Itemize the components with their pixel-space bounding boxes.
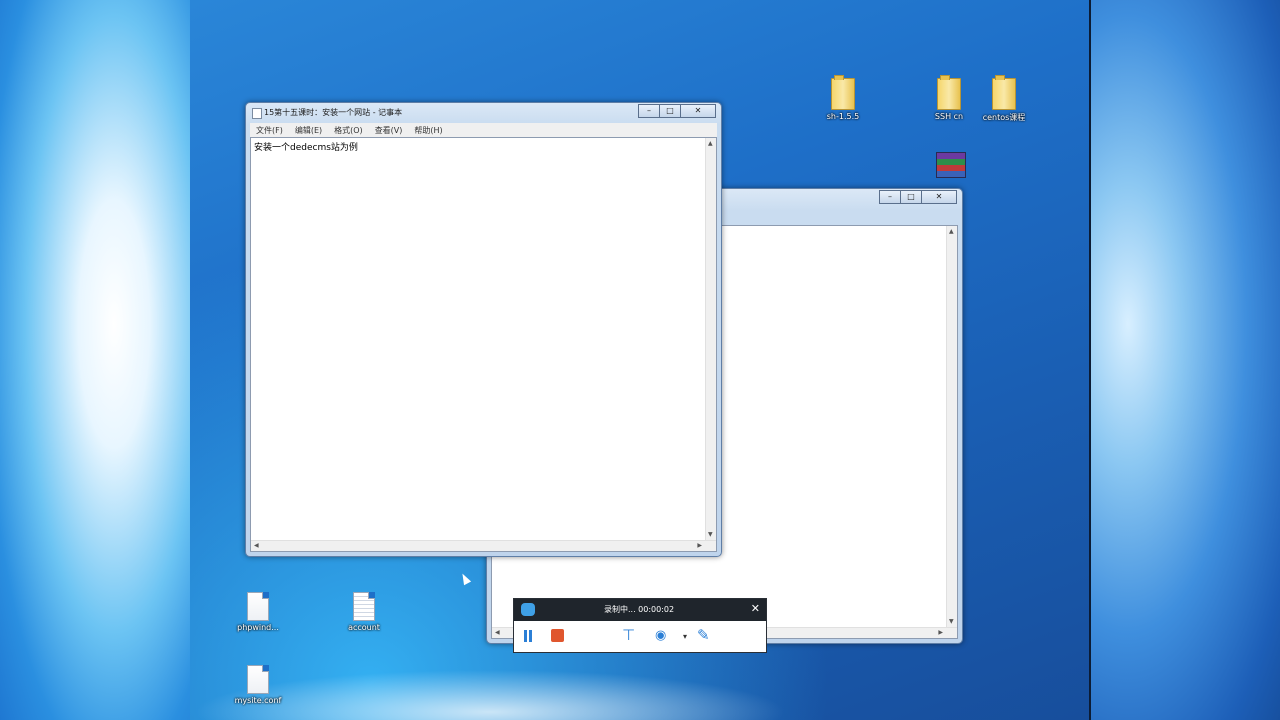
vertical-scrollbar[interactable]: ▲ ▼ [946, 226, 957, 628]
stop-button[interactable] [551, 629, 564, 642]
file-icon [247, 592, 269, 621]
dropdown-arrow-icon[interactable]: ▾ [683, 632, 687, 641]
scroll-right-icon[interactable]: ▶ [938, 629, 943, 637]
horizontal-scrollbar[interactable]: ◀ ▶ [251, 540, 716, 551]
desktop-icon-label: sh-1.5.5 [826, 112, 860, 121]
file-icon [247, 665, 269, 694]
scroll-up-icon[interactable]: ▲ [708, 140, 713, 148]
maximize-button[interactable]: □ [900, 190, 922, 204]
desktop-icon-sh[interactable]: sh-1.5.5 [808, 75, 878, 121]
trim-icon[interactable]: ⊤ [622, 626, 635, 644]
desktop-icon-archive[interactable] [916, 152, 986, 178]
recorder-header: 录制中... 00:00:02 ✕ [514, 599, 766, 621]
vertical-scrollbar[interactable]: ▲ ▼ [705, 138, 716, 541]
desktop-icon-phpwind[interactable]: phpwind... [223, 592, 293, 632]
desktop-icon-mysite-conf[interactable]: mysite.conf [223, 665, 293, 705]
desktop-icon-label: mysite.conf [234, 696, 282, 705]
scroll-down-icon[interactable]: ▼ [949, 618, 954, 626]
menu-edit[interactable]: 编辑(E) [289, 123, 328, 137]
window-title: 15第十五课时：安装一个网站 - 记事本 [264, 108, 403, 117]
text-editor[interactable]: 安装一个dedecms站为例 ▲ ▼ ◀ ▶ [250, 137, 717, 552]
menu-help[interactable]: 帮助(H) [408, 123, 448, 137]
screen-recorder-toolbar: 录制中... 00:00:02 ✕ ⊤ ◉ ▾ ✎ [513, 598, 767, 653]
scroll-up-icon[interactable]: ▲ [949, 228, 954, 236]
scroll-right-icon[interactable]: ▶ [697, 542, 702, 550]
folder-icon [937, 75, 961, 110]
folder-icon [992, 75, 1016, 110]
scroll-down-icon[interactable]: ▼ [708, 531, 713, 539]
desktop-icon-account[interactable]: account [329, 592, 399, 632]
minimize-button[interactable]: – [638, 104, 660, 118]
menu-format[interactable]: 格式(O) [328, 123, 369, 137]
menu-view[interactable]: 查看(V) [369, 123, 409, 137]
screen-divider [1089, 0, 1091, 720]
close-button[interactable]: ✕ [680, 104, 716, 118]
pause-button[interactable] [523, 630, 533, 642]
close-icon[interactable]: ✕ [751, 602, 760, 615]
window-caption-buttons: – □ ✕ [879, 190, 957, 204]
scroll-left-icon[interactable]: ◀ [254, 542, 259, 550]
maximize-button[interactable]: □ [659, 104, 681, 118]
text-file-icon [353, 592, 375, 621]
notepad-window[interactable]: 15第十五课时：安装一个网站 - 记事本 – □ ✕ 文件(F) 编辑(E) 格… [245, 102, 722, 557]
webcam-settings-icon[interactable]: ◉ [655, 628, 666, 643]
blurred-backdrop-right [1090, 0, 1280, 720]
menu-bar: 文件(F) 编辑(E) 格式(O) 查看(V) 帮助(H) [250, 123, 717, 137]
camera-logo-icon [521, 603, 535, 616]
blurred-backdrop-left [0, 0, 190, 720]
desktop-icon-label: account [348, 623, 380, 632]
recording-status: 录制中... 00:00:02 [604, 605, 675, 614]
desktop-icon-label: phpwind... [237, 623, 279, 632]
winrar-archive-icon [936, 152, 966, 178]
minimize-button[interactable]: – [879, 190, 901, 204]
scroll-left-icon[interactable]: ◀ [495, 629, 500, 637]
desktop-icon-label: centos课程 [982, 113, 1026, 122]
notepad-icon [252, 108, 262, 119]
window-caption-buttons: – □ ✕ [638, 104, 716, 118]
pen-icon[interactable]: ✎ [697, 626, 710, 644]
folder-icon [831, 75, 855, 110]
desktop-icon-centos[interactable]: centos课程 [969, 75, 1039, 123]
menu-file[interactable]: 文件(F) [250, 123, 289, 137]
editor-content[interactable]: 安装一个dedecms站为例 [254, 140, 358, 153]
close-button[interactable]: ✕ [921, 190, 957, 204]
